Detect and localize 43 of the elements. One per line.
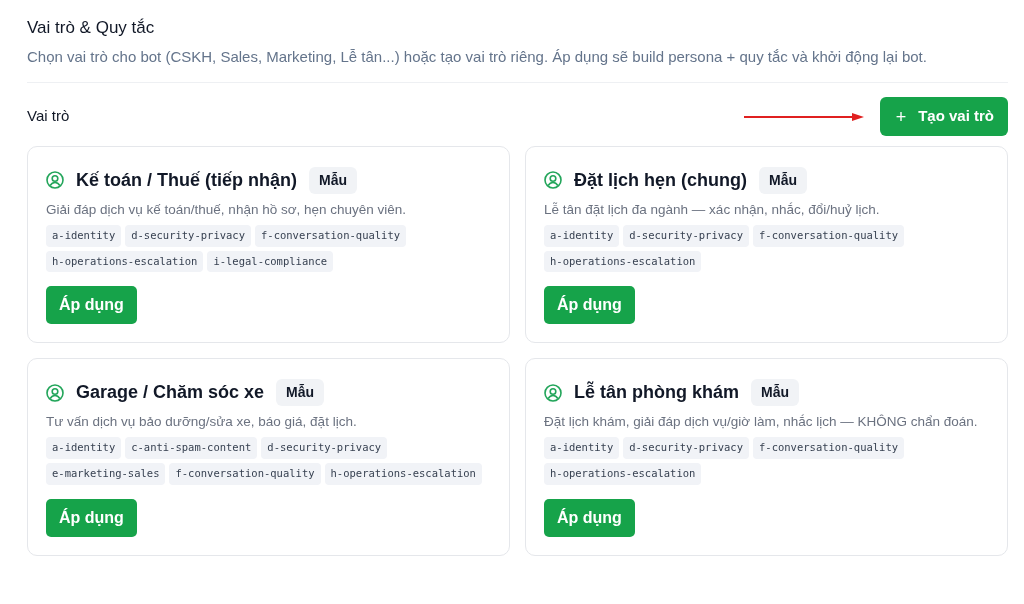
role-title: Garage / Chăm sóc xe xyxy=(76,381,265,405)
rule-tag: e-marketing-sales xyxy=(46,463,166,485)
role-description: Đặt lịch khám, giải đáp dịch vụ/giờ làm, nhắc lịch — KHÔNG chẩn đoán. xyxy=(544,413,979,432)
apply-button[interactable]: Áp dụng xyxy=(46,286,137,325)
template-badge: Mẫu xyxy=(276,379,325,407)
user-icon xyxy=(544,383,562,402)
role-description: Tư vấn dịch vụ bảo dưỡng/sửa xe, báo giá, đặt lịch. xyxy=(46,413,358,432)
rule-tag: a-identity xyxy=(46,224,122,247)
apply-button[interactable]: Áp dụng xyxy=(544,286,635,325)
template-badge: Mẫu xyxy=(309,166,357,194)
rule-tag: f-conversation-quality xyxy=(255,224,407,247)
rule-tag: h-operations-escalation xyxy=(46,250,204,273)
rule-tag: a-identity xyxy=(544,224,620,247)
role-description: Lễ tân đặt lịch đa ngành — xác nhận, nhắc, đổi/huỷ lịch. xyxy=(544,200,881,219)
rule-tag: d-security-privacy xyxy=(261,437,388,460)
user-icon xyxy=(544,171,562,190)
rule-tag: f-conversation-quality xyxy=(753,437,905,460)
page-description: Chọn vai trò cho bot (CSKH, Sales, Marketing, Lễ tân...) hoặc tạo vai trò riêng. Áp dụng sẽ build persona + quy tắc và khởi động lại bot. xyxy=(27,47,928,68)
page-title: Vai trò & Quy tắc xyxy=(27,18,156,39)
apply-button[interactable]: Áp dụng xyxy=(544,498,635,537)
template-badge: Mẫu xyxy=(759,166,807,194)
rule-tag: i-legal-compliance xyxy=(207,250,334,273)
rule-tag: f-conversation-quality xyxy=(753,224,905,247)
role-title: Đặt lịch hẹn (chung) xyxy=(574,168,747,192)
section-label: Vai trò xyxy=(27,106,70,127)
rule-tag: f-conversation-quality xyxy=(169,463,321,485)
role-description: Giải đáp dịch vụ kế toán/thuế, nhận hồ sơ, hẹn chuyên viên. xyxy=(46,200,408,219)
role-title: Kế toán / Thuế (tiếp nhận) xyxy=(76,168,297,192)
rule-tag: c-anti-spam-content xyxy=(125,437,258,460)
user-icon xyxy=(46,383,64,402)
create-role-button[interactable]: + Tạo vai trò xyxy=(879,97,1008,136)
template-badge: Mẫu xyxy=(751,379,799,407)
rule-tag: a-identity xyxy=(544,437,620,460)
role-title: Lễ tân phòng khám xyxy=(574,380,739,405)
rule-tag: a-identity xyxy=(46,437,122,460)
rule-tag: h-operations-escalation xyxy=(544,463,702,485)
rule-tag: h-operations-escalation xyxy=(544,250,702,273)
rule-tag: d-security-privacy xyxy=(623,224,749,247)
rule-tag: h-operations-escalation xyxy=(324,463,482,485)
rule-tag: d-security-privacy xyxy=(623,437,749,460)
user-icon xyxy=(46,171,64,190)
apply-button[interactable]: Áp dụng xyxy=(46,498,137,537)
rule-tag: d-security-privacy xyxy=(125,224,251,247)
